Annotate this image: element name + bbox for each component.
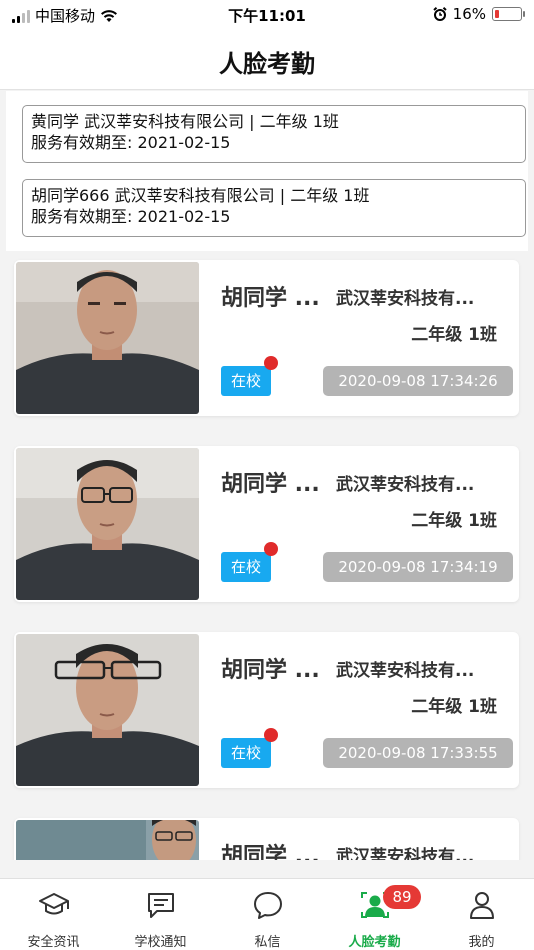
unread-dot — [264, 542, 278, 556]
user-icon — [470, 892, 494, 919]
page-title: 人脸考勤 — [219, 50, 315, 78]
battery-group: 16% — [432, 5, 525, 23]
timestamp: 2020-09-08 17:34:26 — [323, 366, 513, 396]
tab-school-notice[interactable]: 学校通知 — [107, 879, 214, 950]
tab-label: 人脸考勤 — [348, 935, 401, 950]
student-name: 胡同学 ... — [221, 286, 320, 311]
graduation-cap-icon — [39, 893, 69, 915]
class-label: 二年级 1班 — [411, 511, 497, 531]
student-info-line: 胡同学666 武汉莘安科技有限公司 | 二年级 1班 — [31, 186, 370, 205]
status-bar: 中国移动 下午11:01 16% — [0, 0, 534, 30]
face-photo — [16, 634, 199, 786]
unread-dot — [264, 728, 278, 742]
status-badge: 在校 — [221, 738, 271, 768]
unread-dot — [264, 356, 278, 370]
face-photo — [16, 262, 199, 414]
service-expiry: 服务有效期至: 2021-02-15 — [31, 133, 231, 152]
face-photo — [16, 448, 199, 600]
battery-icon — [492, 7, 525, 21]
tab-bar: 安全资讯 学校通知 私信 人脸考勤 我的 — [0, 878, 534, 950]
message-square-icon — [148, 893, 174, 918]
student-name: 胡同学 ... — [221, 472, 320, 497]
company-name: 武汉莘安科技有... — [336, 847, 475, 860]
tab-label: 学校通知 — [134, 935, 187, 950]
status-badge: 在校 — [221, 366, 271, 396]
student-info-line: 黄同学 武汉莘安科技有限公司 | 二年级 1班 — [31, 112, 339, 131]
class-label: 二年级 1班 — [411, 697, 497, 717]
chat-bubble-icon — [254, 892, 282, 919]
face-photo — [16, 820, 199, 860]
alarm-icon — [432, 7, 447, 21]
company-name: 武汉莘安科技有... — [336, 475, 475, 495]
student-card[interactable]: 黄同学 武汉莘安科技有限公司 | 二年级 1班 服务有效期至: 2021-02-… — [22, 105, 526, 163]
tab-label: 我的 — [468, 935, 495, 950]
student-name: 胡同学 ... — [221, 844, 320, 860]
nav-header: 人脸考勤 — [0, 30, 534, 90]
tab-label: 私信 — [254, 935, 281, 950]
attendance-record[interactable]: 胡同学 ... 武汉莘安科技有... — [14, 818, 519, 860]
class-label: 二年级 1班 — [411, 325, 497, 345]
company-name: 武汉莘安科技有... — [336, 289, 475, 309]
notification-badge: 89 — [383, 885, 421, 909]
company-name: 武汉莘安科技有... — [336, 661, 475, 681]
attendance-record[interactable]: 胡同学 ... 武汉莘安科技有... 二年级 1班 在校 2020-09-08 … — [14, 446, 519, 602]
student-card[interactable]: 胡同学666 武汉莘安科技有限公司 | 二年级 1班 服务有效期至: 2021-… — [22, 179, 526, 237]
attendance-records: 胡同学 ... 武汉莘安科技有... 二年级 1班 在校 2020-09-08 … — [0, 252, 534, 860]
battery-percent: 16% — [452, 5, 486, 23]
attendance-record[interactable]: 胡同学 ... 武汉莘安科技有... 二年级 1班 在校 2020-09-08 … — [14, 260, 519, 416]
attendance-record[interactable]: 胡同学 ... 武汉莘安科技有... 二年级 1班 在校 2020-09-08 … — [14, 632, 519, 788]
tab-safety-news[interactable]: 安全资讯 — [0, 879, 107, 950]
student-name: 胡同学 ... — [221, 658, 320, 683]
tab-label: 安全资讯 — [27, 935, 80, 950]
status-badge: 在校 — [221, 552, 271, 582]
tab-mine[interactable]: 我的 — [428, 879, 534, 950]
service-expiry: 服务有效期至: 2021-02-15 — [31, 207, 231, 226]
timestamp: 2020-09-08 17:34:19 — [323, 552, 513, 582]
tab-private-message[interactable]: 私信 — [214, 879, 321, 950]
student-list: 黄同学 武汉莘安科技有限公司 | 二年级 1班 服务有效期至: 2021-02-… — [6, 91, 528, 251]
timestamp: 2020-09-08 17:33:55 — [323, 738, 513, 768]
